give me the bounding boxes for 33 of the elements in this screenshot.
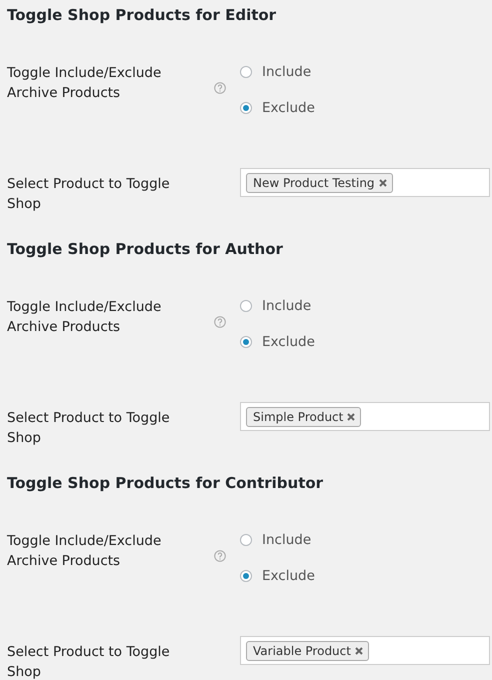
help-icon[interactable] [214, 550, 226, 562]
field-label: Select Product to Toggle Shop [7, 410, 170, 446]
radio-option[interactable]: Exclude [240, 331, 315, 353]
help-icon[interactable] [214, 82, 226, 94]
radio-button[interactable] [240, 534, 252, 546]
help-icon[interactable] [214, 316, 226, 328]
product-select-field[interactable]: Variable Product [240, 636, 490, 665]
radio-option[interactable]: Include [240, 61, 315, 83]
field-label: Toggle Include/Exclude Archive Products [7, 65, 162, 101]
radio-option[interactable]: Include [240, 529, 315, 551]
radio-option[interactable]: Exclude [240, 97, 315, 119]
remove-icon[interactable] [378, 178, 387, 186]
remove-icon[interactable] [354, 646, 363, 654]
remove-icon[interactable] [347, 412, 356, 420]
product-tag: Simple Product [246, 406, 362, 426]
section-heading: Toggle Shop Products for Editor [7, 6, 276, 24]
product-tag: New Product Testing [246, 172, 393, 192]
radio-option[interactable]: Include [240, 295, 315, 317]
radio-button[interactable] [240, 102, 252, 114]
field-label: Toggle Include/Exclude Archive Products [7, 533, 162, 569]
section-heading: Toggle Shop Products for Author [7, 240, 283, 258]
radio-button[interactable] [240, 300, 252, 312]
radio-button[interactable] [240, 336, 252, 348]
radio-button[interactable] [240, 66, 252, 78]
product-select-field[interactable]: Simple Product [240, 402, 490, 431]
product-select-field[interactable]: New Product Testing [240, 168, 490, 197]
radio-button[interactable] [240, 570, 252, 582]
radio-option[interactable]: Exclude [240, 565, 315, 587]
field-label: Select Product to Toggle Shop [7, 176, 170, 212]
section-heading: Toggle Shop Products for Contributor [7, 474, 324, 492]
product-tag: Variable Product [246, 640, 369, 660]
field-label: Toggle Include/Exclude Archive Products [7, 299, 162, 335]
field-label: Select Product to Toggle Shop [7, 644, 170, 680]
